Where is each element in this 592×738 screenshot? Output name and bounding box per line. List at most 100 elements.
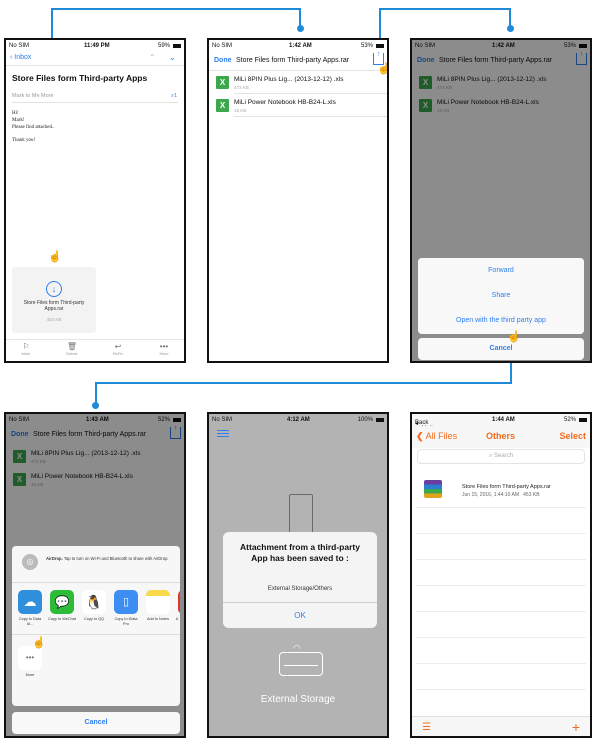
status-bar: No SIM 4:12 AM 100% bbox=[209, 414, 387, 426]
open-with-button[interactable]: Open with the third party app bbox=[418, 308, 584, 334]
alert-dialog: Attachment from a third-party App has be… bbox=[223, 532, 377, 628]
attachment-card[interactable]: ↓ Store Files form Third-party Apps.rar … bbox=[12, 267, 96, 333]
toolbar-label: ReFix bbox=[112, 351, 124, 356]
toolbar-label: Delete bbox=[66, 351, 78, 356]
flag-icon: ⚐ bbox=[22, 342, 30, 351]
data-al-app-icon[interactable]: ☁ bbox=[18, 590, 42, 614]
alert-title: Attachment from a third-party App has be… bbox=[240, 542, 360, 563]
prev-message-icon[interactable]: ⌃ bbox=[149, 53, 156, 62]
hand-cursor-icon: ☝ bbox=[377, 62, 387, 75]
xls-file-icon: X bbox=[216, 99, 229, 112]
idata-pro-icon[interactable]: ▯ bbox=[114, 590, 138, 614]
divider bbox=[416, 689, 586, 690]
divider bbox=[416, 507, 586, 508]
app-label: Add to Notes bbox=[147, 617, 169, 621]
body-line: Mark! bbox=[12, 118, 25, 123]
cancel-button[interactable]: Cancel bbox=[12, 712, 180, 734]
divider bbox=[234, 116, 387, 117]
back-button[interactable]: ‹ Inbox bbox=[10, 54, 31, 61]
airdrop-icon: ◎ bbox=[22, 554, 38, 570]
add-button[interactable]: + bbox=[572, 719, 580, 735]
external-storage-label[interactable]: External Storage bbox=[209, 694, 387, 705]
toolbar-refix[interactable]: ↩ ReFix bbox=[106, 342, 130, 356]
mail-subject: Store Files form Third-party Apps bbox=[12, 73, 148, 83]
toolbar-mark[interactable]: ⚐ Mark bbox=[14, 342, 38, 356]
clock: 11:49 PM bbox=[84, 43, 110, 49]
mail-meta[interactable]: Mark to Me More bbox=[12, 93, 54, 99]
status-bar: No SIM 11:49 PM 59% bbox=[6, 40, 184, 52]
done-button[interactable]: Done bbox=[214, 57, 232, 64]
connector-line bbox=[95, 382, 512, 384]
battery-icon bbox=[376, 418, 384, 422]
all-files-button[interactable]: ❮ All Files bbox=[416, 431, 457, 442]
screen-saved-alert: No SIM 4:12 AM 100% Attachment from a th… bbox=[207, 412, 389, 738]
toolbar-delete[interactable]: 🗑 Delete bbox=[60, 342, 84, 356]
notes-icon[interactable] bbox=[146, 590, 170, 614]
xls-file-icon: X bbox=[216, 76, 229, 89]
screen-mail: No SIM 11:49 PM 59% ‹ Inbox ⌃ ⌄ Store Fi… bbox=[4, 38, 186, 363]
next-message-icon[interactable]: ⌄ bbox=[169, 53, 176, 62]
airdrop-text: AirDrop. Tap to turn on Wi-Fi and Blueto… bbox=[46, 556, 174, 562]
search-placeholder: Search bbox=[494, 453, 514, 459]
clock: 1:44 AM bbox=[492, 417, 515, 423]
nav-title: Others bbox=[486, 431, 516, 441]
app-label: More bbox=[25, 673, 35, 677]
menu-icon[interactable] bbox=[217, 428, 229, 439]
wifi-icon: ◠ bbox=[293, 643, 301, 653]
status-bar: No SIM 1:42 AM 53% bbox=[209, 40, 387, 52]
body-line: Thank you! bbox=[12, 138, 36, 143]
forward-button[interactable]: Forward bbox=[418, 258, 584, 284]
battery-icon bbox=[376, 44, 384, 48]
app-label: Copy to WeChat bbox=[48, 617, 76, 621]
file-name[interactable]: Store Files form Third-party Apps.rar bbox=[462, 484, 551, 490]
reply-icon: ↩ bbox=[114, 342, 122, 351]
screen-archive: No SIM 1:42 AM 53% Done Store Files form… bbox=[207, 38, 389, 363]
list-view-icon[interactable]: ☰ bbox=[422, 722, 431, 733]
clock: 1:42 AM bbox=[289, 43, 312, 49]
more-icon: ••• bbox=[159, 342, 169, 351]
divider bbox=[6, 339, 184, 340]
more-icon[interactable]: ••• bbox=[18, 646, 42, 670]
search-bar[interactable]: ⌕ Search bbox=[418, 450, 584, 463]
file-size: 15 KB bbox=[234, 108, 247, 113]
screen-file-list: ◂Back to Mail Master 1:44 AM 52% ❮ All F… bbox=[410, 412, 592, 738]
screen-action-sheet: No SIM 1:42 AM 53% Done Store Files form… bbox=[410, 38, 592, 363]
toolbar-label: More bbox=[159, 351, 169, 356]
file-name[interactable]: MiLi Power Notebook HB-B24-L.xls bbox=[234, 99, 336, 106]
wechat-icon[interactable]: 💬 bbox=[50, 590, 74, 614]
app-label: Copy to QQ bbox=[83, 617, 105, 621]
status-bar: ◂Back to Mail Master 1:44 AM 52% bbox=[412, 414, 590, 438]
divider bbox=[6, 65, 184, 66]
count-label: 1 bbox=[174, 93, 178, 99]
toolbar-more[interactable]: ••• More bbox=[152, 342, 176, 356]
attachment-count: ⌕1 bbox=[171, 93, 177, 100]
attachment-name: Store Files form Third-party Apps.rar bbox=[23, 300, 85, 312]
connector-line bbox=[51, 8, 300, 10]
airdrop-description: Tap to turn on Wi-Fi and Bluetooth to sh… bbox=[63, 556, 169, 561]
all-files-label: All Files bbox=[425, 431, 458, 441]
toolbar-label: Mark bbox=[21, 351, 31, 356]
divider bbox=[416, 663, 586, 664]
body-line: Hi! bbox=[12, 111, 19, 116]
connector-dot bbox=[507, 25, 514, 32]
qq-icon[interactable]: 🐧 bbox=[82, 590, 106, 614]
bottom-toolbar: ☰ + bbox=[412, 716, 590, 736]
battery-icon bbox=[173, 44, 181, 48]
select-button[interactable]: Select bbox=[559, 431, 586, 441]
file-meta: Jun 15, 2016, 1:44:10 AM 453 KB bbox=[462, 492, 540, 498]
partial-app-icon[interactable] bbox=[178, 590, 180, 614]
hand-cursor-icon: ☝ bbox=[48, 251, 62, 263]
cancel-button[interactable]: Cancel bbox=[418, 338, 584, 360]
divider bbox=[416, 559, 586, 560]
attachment-size: 453 KB bbox=[46, 317, 62, 322]
screen-share-sheet: No SIM 1:43 AM 52% Done Store Files form… bbox=[4, 412, 186, 738]
file-name[interactable]: MiLi 8PIN Plus Lig... (2013-12-12) .xls bbox=[234, 76, 343, 83]
share-button[interactable]: Share bbox=[418, 283, 584, 309]
divider bbox=[416, 637, 586, 638]
app-label: Copy to Data Al... bbox=[18, 617, 42, 626]
ok-button[interactable]: OK bbox=[223, 603, 377, 628]
carrier-label: No SIM bbox=[212, 43, 233, 49]
divider bbox=[12, 634, 180, 635]
phone-outline-icon bbox=[289, 494, 313, 536]
divider bbox=[12, 582, 180, 583]
